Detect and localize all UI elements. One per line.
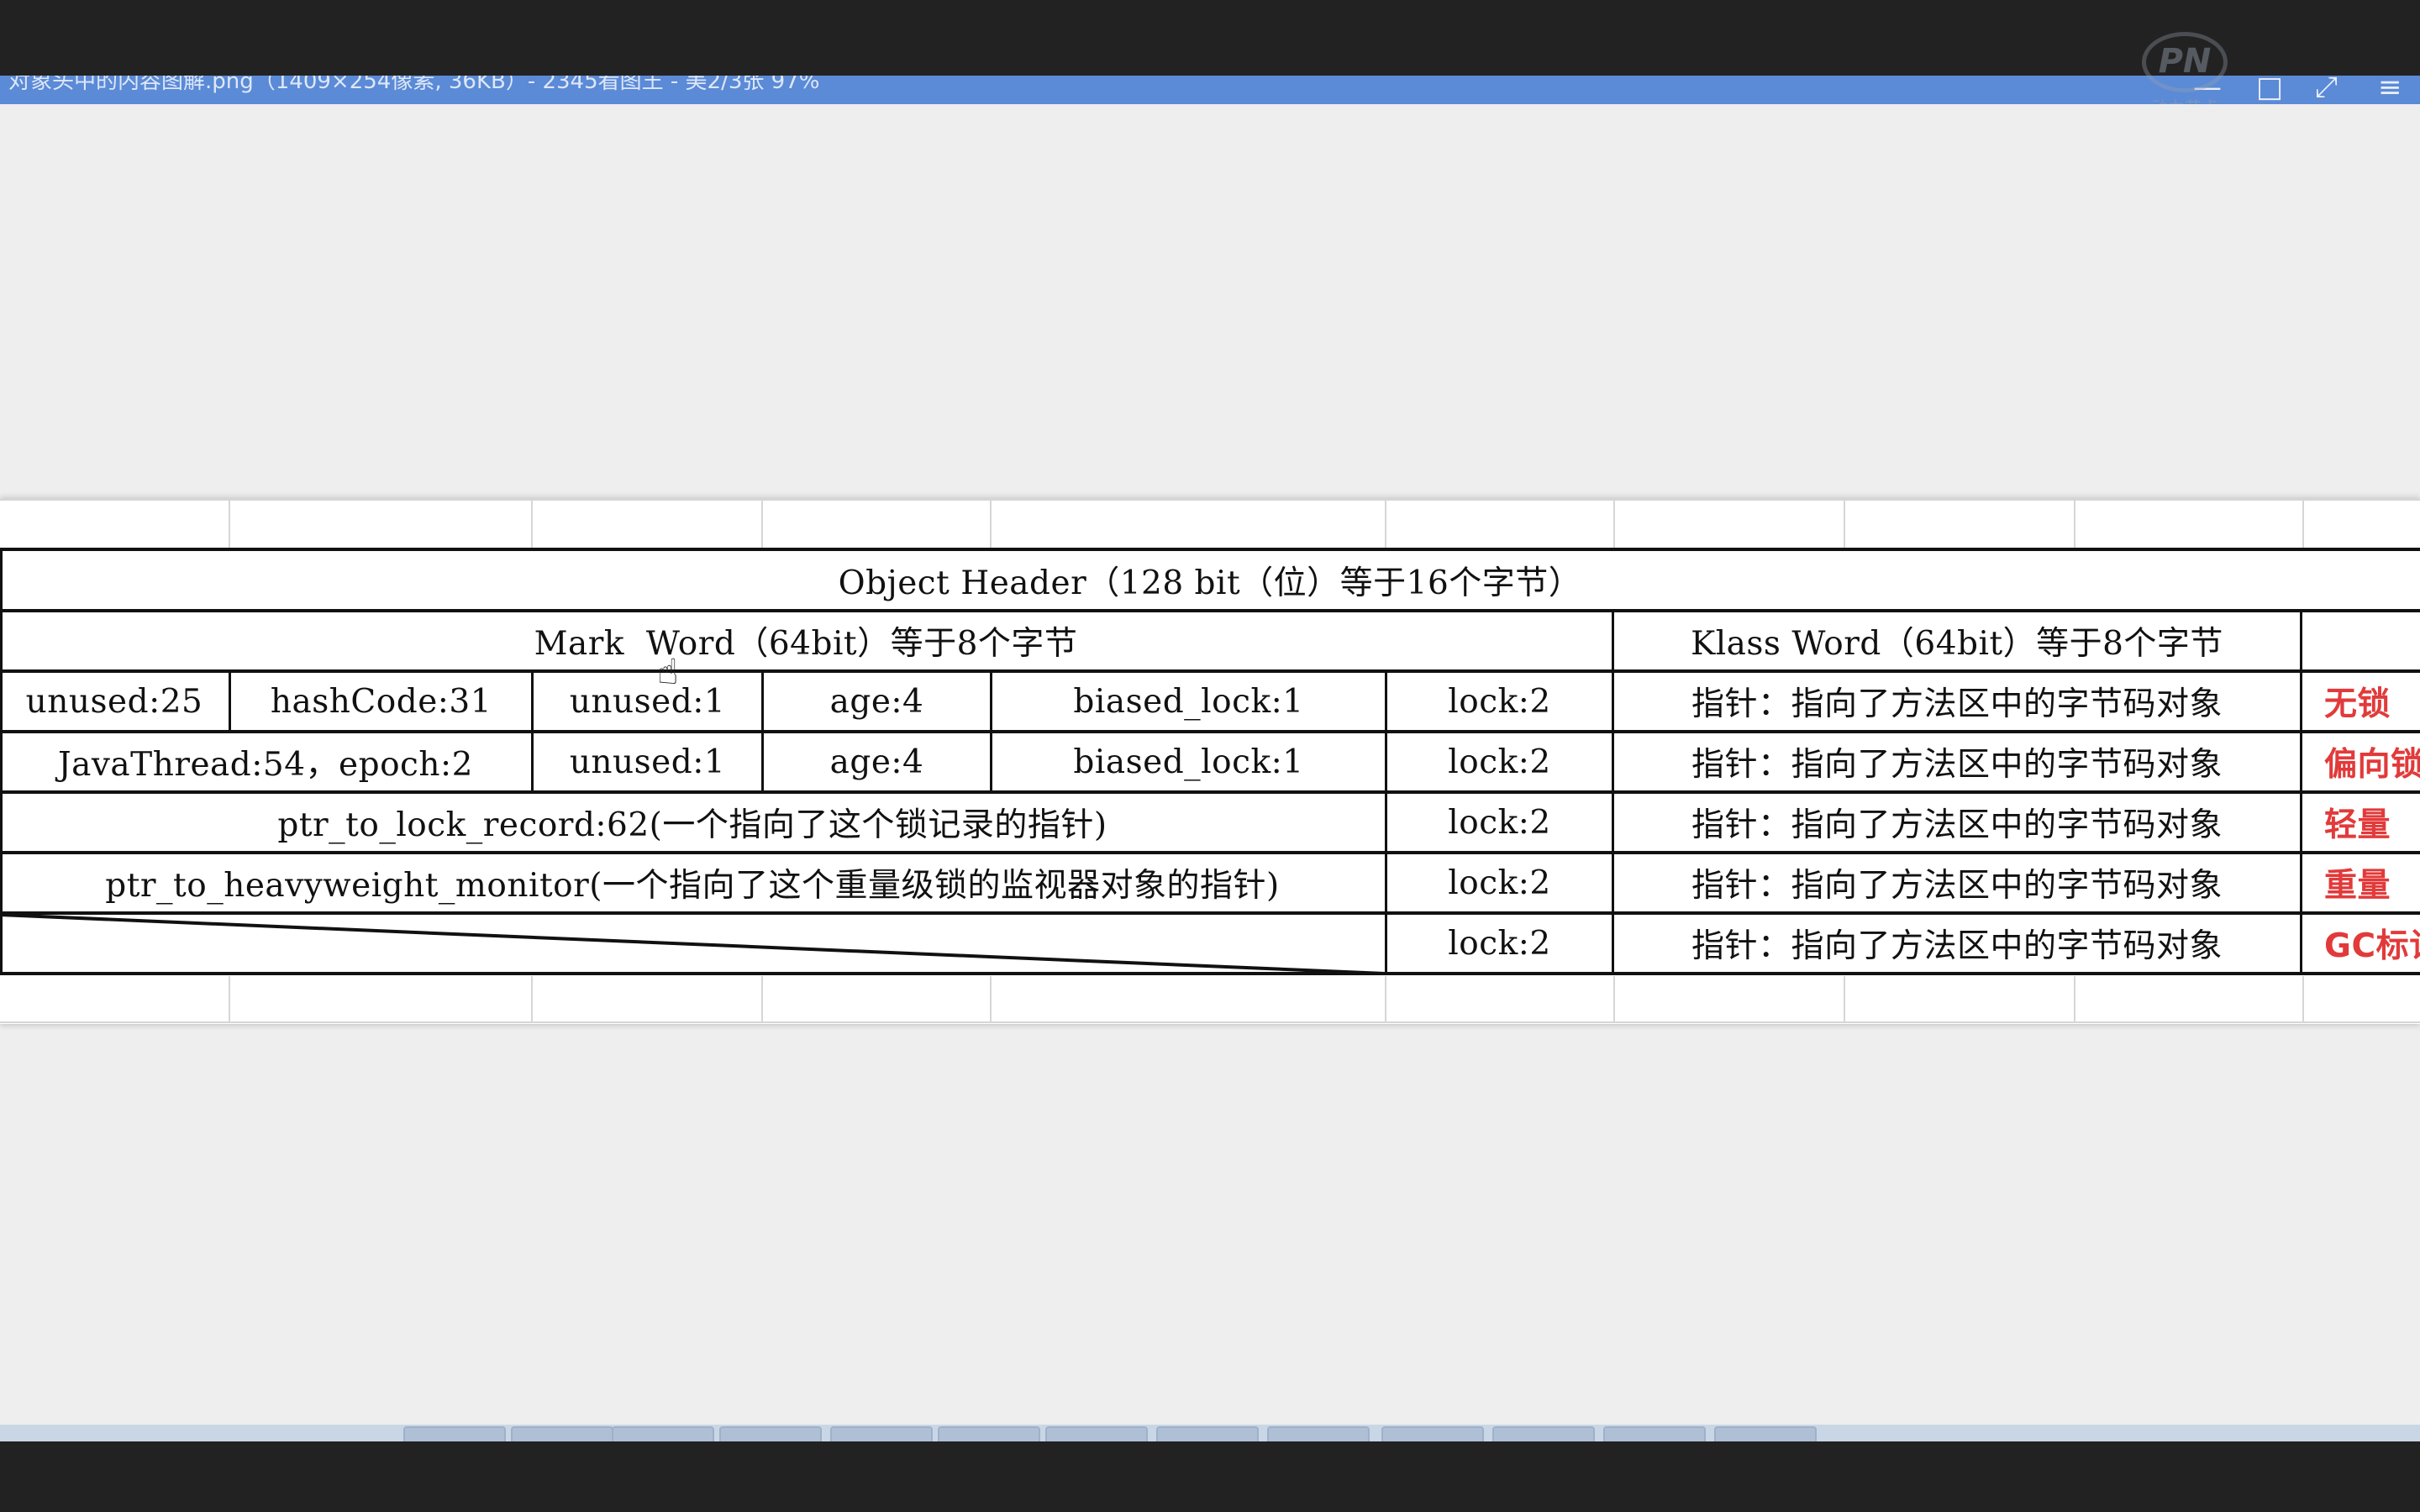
taskbar-button[interactable] [938,1426,1040,1441]
gridline [2074,499,2075,549]
biased-lock-cell: biased_lock:1 [1073,682,1304,721]
lock-bits-cell: lock:2 [1448,682,1551,721]
gridline [531,976,533,1023]
unused-1-cell: unused:1 [569,682,726,721]
object-header-diagram: Object Header（128 bit（位）等于16个字节） Mark Wo… [0,499,2420,1024]
gridline [1844,976,1845,1023]
klass-pointer-cell: 指针：指向了方法区中的字节码对象 [1691,746,2223,784]
ptr-to-heavyweight-monitor-cell: ptr_to_heavyweight_monitor(一个指向了这个重量级锁的监… [105,867,1280,905]
gridline [2302,976,2304,1023]
gridline [1385,499,1386,549]
age-cell: age:4 [829,743,924,781]
watermark-logo: PN 动力节点 [2141,32,2228,118]
diagonal-line [0,913,1386,975]
fullscreen-button[interactable]: ⤢ [2315,76,2338,104]
lock-bits-cell: lock:2 [1448,864,1551,902]
gridline [531,499,533,549]
lock-state-label: 偏向锁 [2324,746,2420,784]
gridline [1385,976,1386,1023]
window-title: 对象头中的内容图解.png（1409×254像素, 36KB）- 2345看图王… [8,76,820,94]
lock-bits-cell: lock:2 [1448,743,1551,781]
viewer-title-bar[interactable]: 对象头中的内容图解.png（1409×254像素, 36KB）- 2345看图王… [0,76,2420,104]
gridline [1613,499,1615,549]
mark-word-header: Mark Word（64bit）等于8个字节 [534,625,1078,663]
gridline [990,976,992,1023]
unused-25-cell: unused:25 [25,682,203,721]
gridline [0,1021,2420,1023]
ptr-to-lock-record-cell: ptr_to_lock_record:62(一个指向了这个锁记录的指针) [277,806,1107,844]
watermark-logo-mark: PN [2142,32,2228,92]
hand-cursor-icon: ☝ [657,651,679,692]
lock-state-label: GC标记 [2324,927,2420,965]
gridline [990,499,992,549]
lock-state-label: 无锁 [2324,685,2391,723]
klass-word-header: Klass Word（64bit）等于8个字节 [1691,625,2223,663]
taskbar-button[interactable] [719,1426,822,1441]
taskbar-button[interactable] [1381,1426,1484,1441]
taskbar-button[interactable] [1492,1426,1595,1441]
gridline [2302,499,2304,549]
taskbar-button[interactable] [1267,1426,1370,1441]
image-viewer-canvas[interactable]: Object Header（128 bit（位）等于16个字节） Mark Wo… [0,104,2420,1425]
gridline [229,499,230,549]
klass-pointer-cell: 指针：指向了方法区中的字节码对象 [1691,867,2223,905]
taskbar-button[interactable] [612,1426,714,1441]
taskbar-button[interactable] [1156,1426,1259,1441]
gridline [1613,976,1615,1023]
age-cell: age:4 [829,682,924,721]
klass-pointer-cell: 指针：指向了方法区中的字节码对象 [1691,806,2223,844]
lock-bits-cell: lock:2 [1448,803,1551,842]
maximize-button[interactable]: □ [2256,76,2283,104]
gridline [761,976,763,1023]
menu-button[interactable]: ≡ [2378,76,2402,104]
unused-1-cell: unused:1 [569,743,726,781]
diagonal-strike [0,913,1386,975]
top-black-bar [0,0,2420,76]
taskbar-button[interactable] [403,1426,506,1441]
gridline [229,976,230,1023]
hashcode-cell: hashCode:31 [270,682,492,721]
taskbar-button[interactable] [511,1426,613,1441]
taskbar-button[interactable] [830,1426,933,1441]
bottom-black-bar [0,1441,2420,1512]
lock-state-label: 重量 [2324,867,2391,905]
klass-pointer-cell: 指针：指向了方法区中的字节码对象 [1691,927,2223,965]
gridline [1844,499,1845,549]
taskbar-button[interactable] [1714,1426,1817,1441]
taskbar[interactable] [0,1425,2420,1441]
klass-pointer-cell: 指针：指向了方法区中的字节码对象 [1691,685,2223,723]
taskbar-button[interactable] [1045,1426,1148,1441]
lock-bits-cell: lock:2 [1448,924,1551,963]
object-header-title: Object Header（128 bit（位）等于16个字节） [838,564,1582,602]
taskbar-button[interactable] [1603,1426,1706,1441]
lock-state-label: 轻量 [2324,806,2391,844]
gridline [2074,976,2075,1023]
javathread-epoch-cell: JavaThread:54，epoch:2 [58,746,473,784]
gridline [761,499,763,549]
biased-lock-cell: biased_lock:1 [1073,743,1304,781]
gridline [0,499,2420,501]
